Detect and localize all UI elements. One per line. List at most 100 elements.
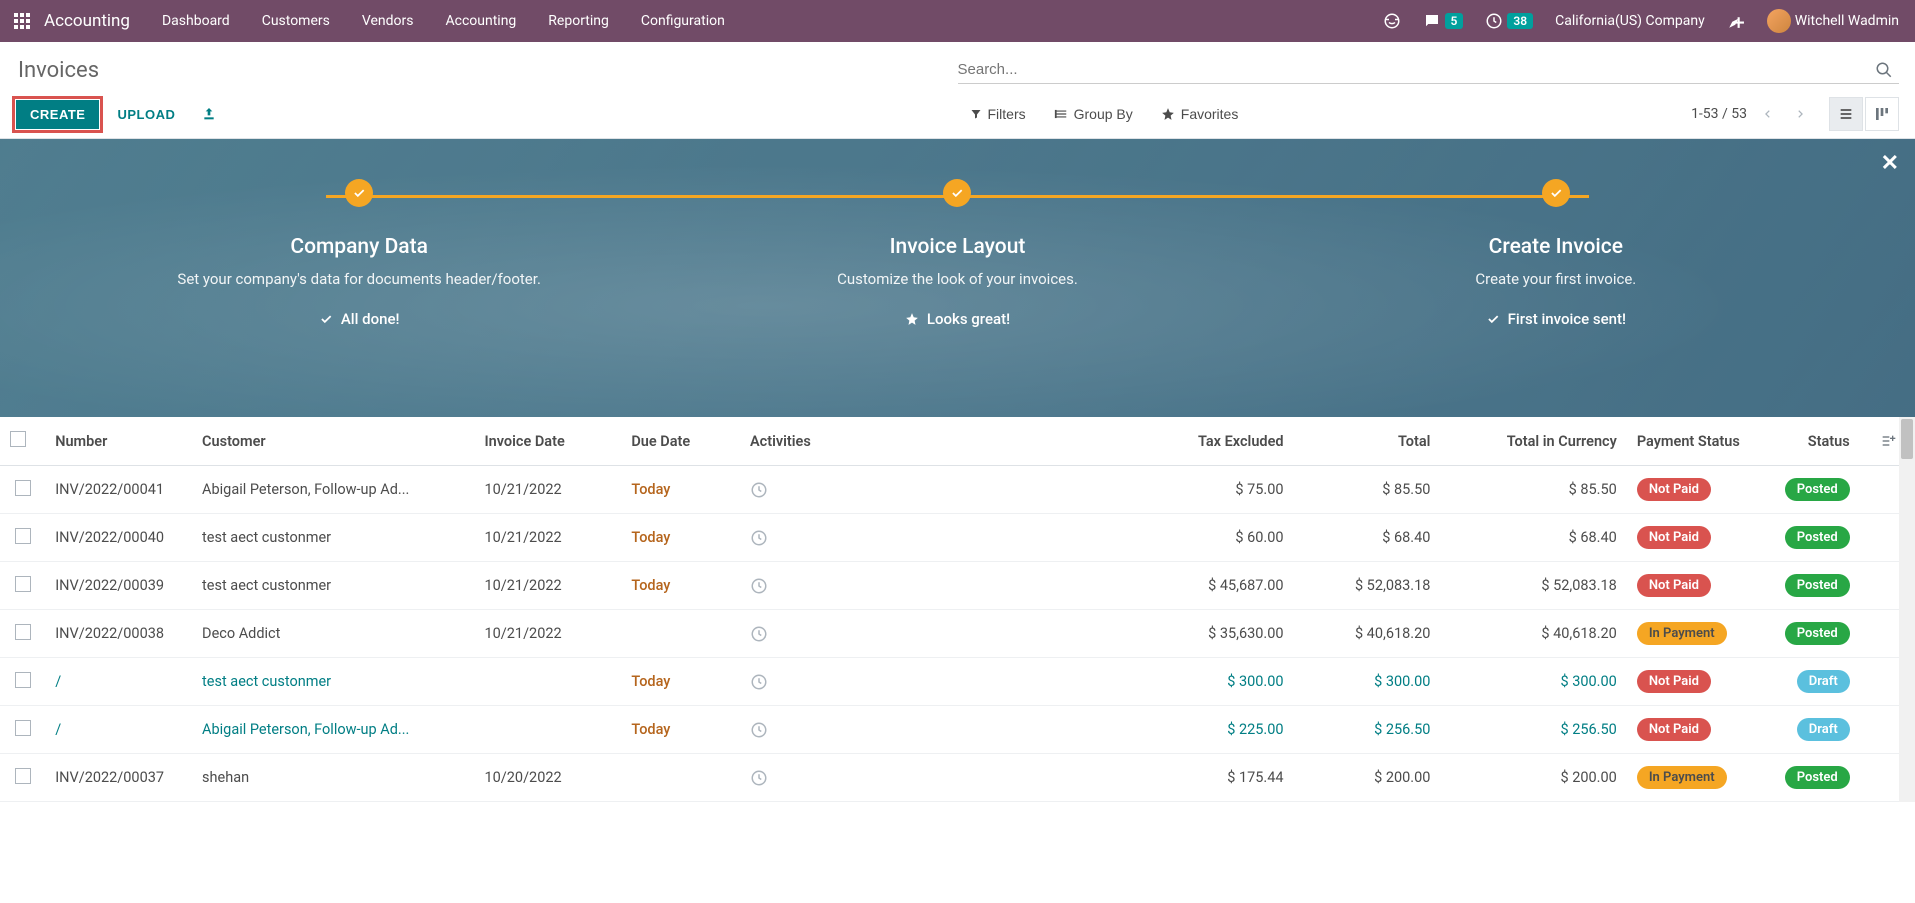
- th-total[interactable]: Total: [1294, 417, 1441, 466]
- upload-button[interactable]: UPLOAD: [111, 100, 181, 129]
- apps-icon[interactable]: [8, 7, 36, 35]
- user-menu[interactable]: Witchell Wadmin: [1759, 3, 1907, 39]
- clock-icon[interactable]: [750, 577, 990, 595]
- step-action[interactable]: Looks great!: [747, 310, 1167, 328]
- clock-icon[interactable]: [750, 769, 990, 787]
- payment-status-badge: Not Paid: [1637, 718, 1711, 741]
- customer-name: Deco Addict: [202, 625, 464, 642]
- avatar: [1767, 9, 1791, 33]
- th-tax-excluded[interactable]: Tax Excluded: [1000, 417, 1294, 466]
- due-date: Today: [631, 721, 670, 738]
- tax-excluded: $ 60.00: [1000, 514, 1294, 562]
- scrollbar[interactable]: [1899, 417, 1915, 802]
- table-row[interactable]: /test aect custonmerToday$ 300.00$ 300.0…: [0, 658, 1915, 706]
- filters-button[interactable]: Filters: [958, 100, 1038, 128]
- groupby-button[interactable]: Group By: [1042, 100, 1145, 128]
- table-row[interactable]: INV/2022/00041Abigail Peterson, Follow-u…: [0, 466, 1915, 514]
- th-invoice-date[interactable]: Invoice Date: [474, 417, 621, 466]
- clock-icon[interactable]: [750, 625, 990, 643]
- user-name: Witchell Wadmin: [1795, 13, 1899, 29]
- favorites-button[interactable]: Favorites: [1149, 100, 1251, 128]
- menu-configuration[interactable]: Configuration: [627, 3, 739, 39]
- table-row[interactable]: INV/2022/00037shehan10/20/2022$ 175.44$ …: [0, 754, 1915, 802]
- total: $ 40,618.20: [1294, 610, 1441, 658]
- th-status[interactable]: Status: [1757, 417, 1870, 466]
- total-in-currency: $ 300.00: [1440, 658, 1626, 706]
- onboard-step-invoice-layout[interactable]: Invoice Layout Customize the look of you…: [747, 179, 1167, 328]
- view-list-button[interactable]: [1829, 97, 1863, 131]
- th-number[interactable]: Number: [45, 417, 192, 466]
- status-badge: Posted: [1785, 766, 1850, 789]
- table-row[interactable]: /Abigail Peterson, Follow-up Ad...Today$…: [0, 706, 1915, 754]
- due-date: Today: [631, 481, 670, 498]
- clock-icon[interactable]: [750, 481, 990, 499]
- status-badge: Posted: [1785, 622, 1850, 645]
- tax-excluded: $ 175.44: [1000, 754, 1294, 802]
- step-desc: Customize the look of your invoices.: [747, 269, 1167, 290]
- search-input[interactable]: [958, 61, 1870, 78]
- invoice-date: 10/21/2022: [474, 466, 621, 514]
- total-in-currency: $ 85.50: [1440, 466, 1626, 514]
- onboard-step-company-data[interactable]: Company Data Set your company's data for…: [149, 179, 569, 328]
- tax-excluded: $ 45,687.00: [1000, 562, 1294, 610]
- pager-prev[interactable]: [1757, 103, 1779, 125]
- clock-icon[interactable]: [750, 721, 990, 739]
- table-row[interactable]: INV/2022/00040test aect custonmer10/21/2…: [0, 514, 1915, 562]
- invoice-number: INV/2022/00038: [55, 625, 164, 642]
- step-action[interactable]: All done!: [149, 310, 569, 328]
- th-payment-status[interactable]: Payment Status: [1627, 417, 1757, 466]
- step-title: Create Invoice: [1346, 235, 1766, 259]
- menu-customers[interactable]: Customers: [248, 3, 344, 39]
- table-row[interactable]: INV/2022/00039test aect custonmer10/21/2…: [0, 562, 1915, 610]
- th-due-date[interactable]: Due Date: [621, 417, 740, 466]
- status-badge: Posted: [1785, 478, 1850, 501]
- row-checkbox[interactable]: [15, 576, 31, 592]
- pager-next[interactable]: [1789, 103, 1811, 125]
- messages-icon[interactable]: 5: [1415, 6, 1472, 36]
- row-checkbox[interactable]: [15, 624, 31, 640]
- activities-icon[interactable]: 38: [1477, 6, 1541, 36]
- row-checkbox[interactable]: [15, 480, 31, 496]
- select-all-checkbox[interactable]: [10, 431, 26, 447]
- menu-dashboard[interactable]: Dashboard: [148, 3, 244, 39]
- status-badge: Posted: [1785, 574, 1850, 597]
- close-icon[interactable]: ✕: [1881, 151, 1899, 176]
- row-checkbox[interactable]: [15, 528, 31, 544]
- total-in-currency: $ 68.40: [1440, 514, 1626, 562]
- th-total-currency[interactable]: Total in Currency: [1440, 417, 1626, 466]
- app-brand[interactable]: Accounting: [36, 11, 148, 31]
- invoice-date: [474, 706, 621, 754]
- th-activities[interactable]: Activities: [740, 417, 1000, 466]
- search-icon[interactable]: [1869, 61, 1899, 79]
- table-row[interactable]: INV/2022/00038Deco Addict10/21/2022$ 35,…: [0, 610, 1915, 658]
- customer-name: Abigail Peterson, Follow-up Ad...: [202, 721, 464, 738]
- total-in-currency: $ 200.00: [1440, 754, 1626, 802]
- view-kanban-button[interactable]: [1865, 97, 1899, 131]
- clock-icon[interactable]: [750, 529, 990, 547]
- navbar-right: 5 38 California(US) Company Witchell Wad…: [1375, 3, 1907, 39]
- company-switcher[interactable]: California(US) Company: [1547, 7, 1713, 35]
- total: $ 256.50: [1294, 706, 1441, 754]
- support-icon[interactable]: [1375, 6, 1409, 36]
- debug-icon[interactable]: [1719, 6, 1753, 36]
- payment-status-badge: Not Paid: [1637, 526, 1711, 549]
- step-action[interactable]: First invoice sent!: [1346, 310, 1766, 328]
- menu-vendors[interactable]: Vendors: [348, 3, 428, 39]
- status-badge: Posted: [1785, 526, 1850, 549]
- clock-icon[interactable]: [750, 673, 990, 691]
- menu-accounting[interactable]: Accounting: [431, 3, 530, 39]
- th-customer[interactable]: Customer: [192, 417, 474, 466]
- step-desc: Create your first invoice.: [1346, 269, 1766, 290]
- search-bar[interactable]: [958, 57, 1900, 84]
- row-checkbox[interactable]: [15, 720, 31, 736]
- total-in-currency: $ 256.50: [1440, 706, 1626, 754]
- customer-name: test aect custonmer: [202, 577, 464, 594]
- row-checkbox[interactable]: [15, 768, 31, 784]
- pager-text[interactable]: 1-53 / 53: [1691, 106, 1747, 122]
- upload-icon[interactable]: [193, 106, 225, 122]
- onboard-step-create-invoice[interactable]: Create Invoice Create your first invoice…: [1346, 179, 1766, 328]
- menu-reporting[interactable]: Reporting: [534, 3, 623, 39]
- payment-status-badge: Not Paid: [1637, 574, 1711, 597]
- row-checkbox[interactable]: [15, 672, 31, 688]
- create-button[interactable]: CREATE: [16, 100, 99, 129]
